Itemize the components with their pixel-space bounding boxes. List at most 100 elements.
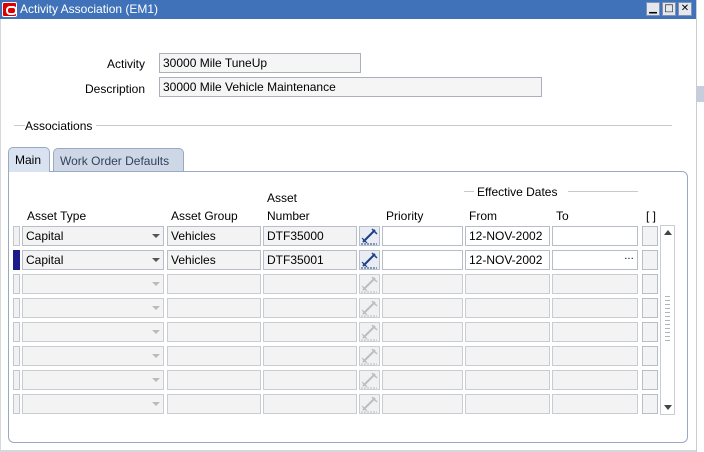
asset-type-select[interactable]: Capital <box>22 226 164 246</box>
minimize-button[interactable]: ▁ <box>646 2 660 16</box>
vertical-scrollbar[interactable] <box>660 225 675 415</box>
tab-work-order-defaults[interactable]: Work Order Defaults <box>53 148 184 172</box>
to-date-field[interactable] <box>552 298 638 318</box>
window-title: Activity Association (EM1) <box>20 2 159 16</box>
from-date-field[interactable] <box>465 370 550 390</box>
asset-number-field[interactable] <box>263 346 357 366</box>
chevron-down-icon[interactable] <box>152 258 160 262</box>
asset-group-field[interactable] <box>167 370 261 390</box>
asset-group-field[interactable] <box>167 346 261 366</box>
asset-group-field[interactable] <box>167 274 261 294</box>
chevron-down-icon[interactable] <box>152 234 160 238</box>
to-date-field[interactable]: ... <box>552 250 638 270</box>
asset-type-select[interactable] <box>22 274 164 294</box>
scroll-down-icon[interactable] <box>664 405 672 410</box>
asset-group-field[interactable]: Vehicles <box>167 250 261 270</box>
priority-field[interactable] <box>382 250 463 270</box>
asset-number-field[interactable] <box>263 322 357 342</box>
priority-field[interactable] <box>382 226 463 246</box>
asset-number-field[interactable] <box>263 274 357 294</box>
asset-type-select[interactable] <box>22 394 164 414</box>
flexfield-cell[interactable] <box>642 274 658 294</box>
asset-type-select[interactable]: Capital <box>22 250 164 270</box>
asset-type-select[interactable] <box>22 322 164 342</box>
scroll-grip-icon[interactable] <box>665 296 670 342</box>
from-header: From <box>469 209 497 223</box>
tab-main[interactable]: Main <box>8 147 50 172</box>
flexfield-cell[interactable] <box>642 322 658 342</box>
edit-pen-button[interactable] <box>359 226 380 246</box>
edit-pen-button[interactable] <box>359 370 380 390</box>
asset-number-field[interactable]: DTF35001 <box>263 250 357 270</box>
from-date-field[interactable] <box>465 274 550 294</box>
lov-ellipsis-button[interactable]: ... <box>622 252 636 267</box>
to-date-field[interactable] <box>552 394 638 414</box>
priority-field[interactable] <box>382 346 463 366</box>
edit-pen-button[interactable] <box>359 322 380 342</box>
activity-field[interactable]: 30000 Mile TuneUp <box>159 53 361 73</box>
priority-field[interactable] <box>382 394 463 414</box>
chevron-down-icon[interactable] <box>152 378 160 382</box>
asset-group-field[interactable]: Vehicles <box>167 226 261 246</box>
priority-field[interactable] <box>382 322 463 342</box>
associations-section-title: Associations <box>25 119 97 133</box>
priority-field[interactable] <box>382 370 463 390</box>
flexfield-cell[interactable] <box>642 346 658 366</box>
record-indicator[interactable] <box>13 274 20 294</box>
window-frame-left <box>0 19 1 452</box>
edit-pen-button[interactable] <box>359 250 380 270</box>
asset-number-field[interactable] <box>263 298 357 318</box>
record-indicator[interactable] <box>13 322 20 342</box>
flexfield-cell[interactable] <box>642 250 658 270</box>
asset-number-field[interactable]: DTF35000 <box>263 226 357 246</box>
flexfield-cell[interactable] <box>642 370 658 390</box>
record-indicator[interactable] <box>13 226 20 246</box>
from-date-field[interactable] <box>465 346 550 366</box>
asset-group-field[interactable] <box>167 298 261 318</box>
asset-group-field[interactable] <box>167 322 261 342</box>
effective-dates-header: Effective Dates <box>477 185 558 199</box>
priority-field[interactable] <box>382 298 463 318</box>
from-date-field[interactable] <box>465 322 550 342</box>
from-date-field[interactable] <box>465 394 550 414</box>
edit-pen-button[interactable] <box>359 274 380 294</box>
from-date-field[interactable]: 12-NOV-2002 <box>465 226 550 246</box>
maximize-button[interactable]: □ <box>662 2 676 16</box>
description-field[interactable]: 30000 Mile Vehicle Maintenance <box>159 77 542 97</box>
flexfield-cell[interactable] <box>642 226 658 246</box>
from-date-field[interactable]: 12-NOV-2002 <box>465 250 550 270</box>
from-date-field[interactable] <box>465 298 550 318</box>
flexfield-cell[interactable] <box>642 394 658 414</box>
asset-type-header: Asset Type <box>27 209 87 223</box>
record-indicator[interactable] <box>13 250 20 270</box>
to-date-field[interactable] <box>552 274 638 294</box>
flexfield-cell[interactable] <box>642 298 658 318</box>
record-indicator[interactable] <box>13 298 20 318</box>
asset-type-select[interactable] <box>22 346 164 366</box>
record-indicator[interactable] <box>13 346 20 366</box>
record-indicator[interactable] <box>13 370 20 390</box>
edit-pen-button[interactable] <box>359 298 380 318</box>
to-date-field[interactable] <box>552 322 638 342</box>
scroll-up-icon[interactable] <box>664 230 672 235</box>
priority-field[interactable] <box>382 274 463 294</box>
chevron-down-icon[interactable] <box>152 354 160 358</box>
to-date-field[interactable] <box>552 226 638 246</box>
asset-group-header: Asset Group <box>171 209 238 223</box>
chevron-down-icon[interactable] <box>152 306 160 310</box>
to-date-field[interactable] <box>552 370 638 390</box>
chevron-down-icon[interactable] <box>152 402 160 406</box>
edit-pen-button[interactable] <box>359 394 380 414</box>
edit-pen-button[interactable] <box>359 346 380 366</box>
asset-type-select[interactable] <box>22 370 164 390</box>
asset-number-field[interactable] <box>263 370 357 390</box>
to-date-field[interactable] <box>552 346 638 366</box>
asset-number-field[interactable] <box>263 394 357 414</box>
chevron-down-icon[interactable] <box>152 282 160 286</box>
asset-group-field[interactable] <box>167 394 261 414</box>
asset-type-select[interactable] <box>22 298 164 318</box>
record-indicator[interactable] <box>13 394 20 414</box>
chevron-down-icon[interactable] <box>152 330 160 334</box>
flexfield-header: [ ] <box>646 209 657 223</box>
close-button[interactable]: ✕ <box>678 2 692 16</box>
